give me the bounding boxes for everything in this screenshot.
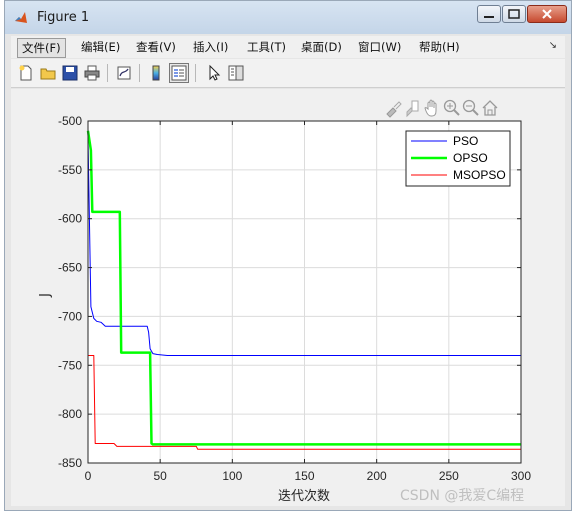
plot-axes[interactable]: 0 50 100 150 200 250 300 -850 -800 -750 -700 -650 -6… bbox=[11, 89, 565, 506]
toolbar-separator bbox=[107, 64, 108, 82]
x-tick-label: 300 bbox=[511, 469, 531, 483]
pointer-icon[interactable] bbox=[205, 64, 223, 82]
y-tick-label: -500 bbox=[58, 114, 82, 128]
y-tick-label: -550 bbox=[58, 163, 82, 177]
y-tick-label: -700 bbox=[58, 309, 82, 323]
y-tick-label: -650 bbox=[58, 261, 82, 275]
figure-toolbar bbox=[11, 59, 565, 88]
open-file-icon[interactable] bbox=[39, 64, 57, 82]
toolbar-separator bbox=[139, 64, 140, 82]
save-icon[interactable] bbox=[61, 64, 79, 82]
x-tick-label: 50 bbox=[153, 469, 167, 483]
menu-insert[interactable]: 插入(I) bbox=[189, 38, 232, 56]
menu-view[interactable]: 查看(V) bbox=[132, 38, 180, 56]
y-tick-label: -600 bbox=[58, 212, 82, 226]
x-tick-label: 150 bbox=[294, 469, 314, 483]
legend-entry-label: PSO bbox=[453, 134, 478, 148]
menu-help[interactable]: 帮助(H) bbox=[415, 38, 464, 56]
menu-file[interactable]: 文件(F) bbox=[17, 38, 66, 58]
x-tick-label: 200 bbox=[367, 469, 387, 483]
window-title: Figure 1 bbox=[37, 10, 90, 25]
minimize-button[interactable] bbox=[477, 5, 501, 23]
link-plot-icon[interactable] bbox=[115, 64, 133, 82]
colorbar-icon[interactable] bbox=[147, 64, 165, 82]
legend-entry-label: MSOPSO bbox=[453, 168, 506, 182]
legend-icon[interactable] bbox=[169, 63, 189, 83]
matlab-app-icon bbox=[15, 12, 27, 23]
menu-edit[interactable]: 编辑(E) bbox=[77, 38, 124, 56]
figure-canvas: 0 50 100 150 200 250 300 -850 -800 -750 -700 -650 -6… bbox=[11, 89, 565, 506]
figure-window: Figure 1 文件(F) 编辑(E) 查看(V) 插入(I) 工具(T) 桌… bbox=[4, 0, 572, 511]
menu-overflow-arrow[interactable]: ↘ bbox=[549, 40, 557, 51]
menu-tools[interactable]: 工具(T) bbox=[243, 38, 290, 56]
title-bar: Figure 1 bbox=[5, 1, 571, 34]
x-tick-label: 250 bbox=[439, 469, 459, 483]
close-icon bbox=[542, 9, 552, 19]
minimize-icon bbox=[484, 16, 494, 18]
close-button[interactable] bbox=[527, 5, 567, 23]
y-tick-label: -750 bbox=[58, 358, 82, 372]
y-axis-label: J bbox=[38, 293, 53, 298]
watermark: CSDN @我爱C编程 bbox=[400, 488, 525, 504]
menu-desktop[interactable]: 桌面(D) bbox=[297, 38, 346, 56]
y-tick-label: -850 bbox=[58, 456, 82, 470]
x-tick-label: 0 bbox=[85, 469, 92, 483]
toolbar-separator bbox=[195, 64, 196, 82]
legend-entry-label: OPSO bbox=[453, 151, 488, 165]
x-axis-label: 迭代次数 bbox=[278, 488, 330, 504]
maximize-icon bbox=[508, 9, 520, 19]
y-tick-label: -800 bbox=[58, 407, 82, 421]
new-figure-icon[interactable] bbox=[17, 64, 35, 82]
menu-bar: 文件(F) 编辑(E) 查看(V) 插入(I) 工具(T) 桌面(D) 窗口(W… bbox=[11, 36, 565, 58]
menu-window[interactable]: 窗口(W) bbox=[354, 38, 405, 56]
x-tick-label: 100 bbox=[222, 469, 242, 483]
print-icon[interactable] bbox=[83, 64, 101, 82]
property-inspector-icon[interactable] bbox=[227, 64, 245, 82]
maximize-button[interactable] bbox=[502, 5, 526, 23]
legend[interactable]: PSO OPSO MSOPSO bbox=[405, 130, 511, 187]
